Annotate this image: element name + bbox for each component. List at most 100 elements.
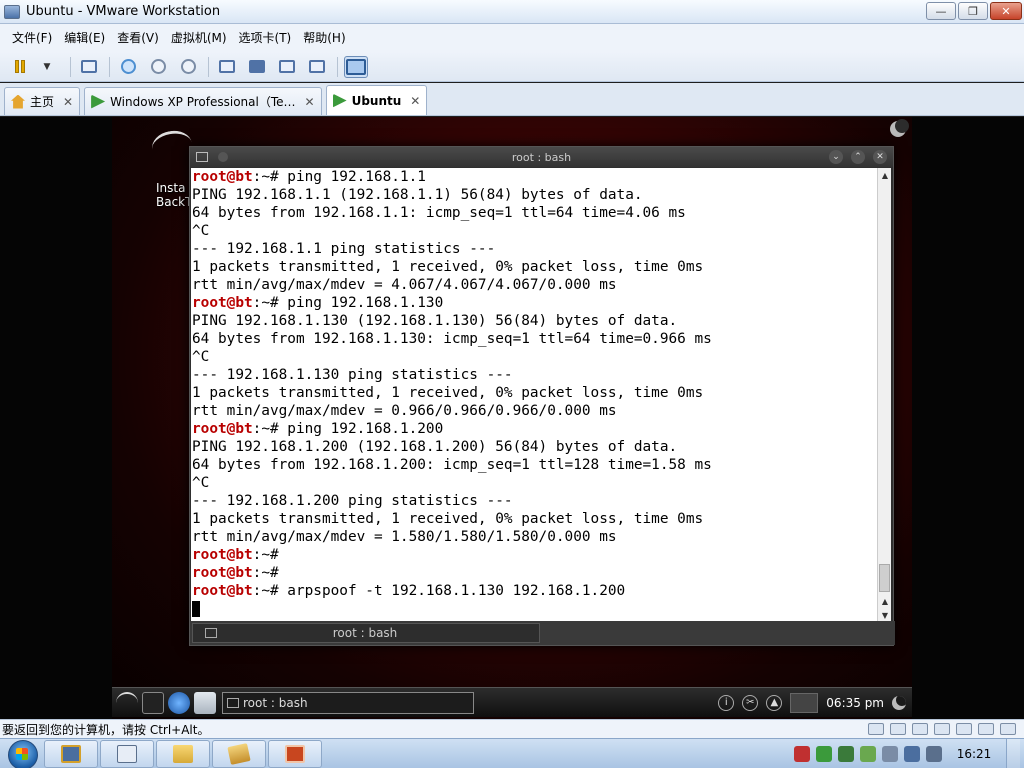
scroll-down-icon[interactable]: ▼ — [878, 608, 892, 622]
scroll-up-icon[interactable]: ▲ — [878, 168, 892, 182]
tab-windows-xp[interactable]: Windows XP Professional（Te… ✕ — [84, 87, 322, 115]
menu-vm[interactable]: 虚拟机(M) — [165, 24, 233, 52]
terminal-output-line: ^C — [192, 475, 210, 491]
menu-view[interactable]: 查看(V) — [111, 24, 165, 52]
tray-phone-icon[interactable] — [882, 745, 898, 762]
window-controls: — ❐ ✕ — [926, 2, 1022, 20]
unity-button[interactable] — [303, 55, 331, 79]
cd-rom-icon[interactable] — [890, 723, 906, 735]
terminal-icon[interactable] — [142, 691, 164, 714]
terminal-output-line: rtt min/avg/max/mdev = 4.067/4.067/4.067… — [192, 277, 617, 293]
command-text: :~# arpspoof -t 192.168.1.130 192.168.1.… — [252, 583, 626, 599]
terminal-scrollbar[interactable]: ▲ ▲ ▼ — [877, 168, 891, 622]
network-button[interactable] — [75, 55, 103, 79]
tab-close-icon[interactable]: ✕ — [410, 94, 420, 108]
word-icon — [117, 744, 137, 763]
terminal-titlebar[interactable]: root : bash ⌄ ⌃ ✕ — [190, 147, 893, 167]
dragon-icon[interactable] — [149, 127, 195, 165]
scroll-up-icon[interactable]: ▲ — [878, 594, 892, 608]
toolbar-separator — [208, 56, 209, 77]
menu-edit[interactable]: 编辑(E) — [58, 24, 111, 52]
tray-security-icon[interactable] — [860, 745, 876, 762]
start-button[interactable] — [4, 739, 42, 768]
terminal-icon — [227, 697, 239, 708]
quick-switch-button[interactable] — [243, 55, 271, 79]
power-dropdown[interactable]: ▼ — [36, 55, 64, 79]
minimize-button[interactable]: — — [926, 2, 956, 20]
menu-help[interactable]: 帮助(H) — [297, 24, 351, 52]
message-log-icon[interactable] — [1000, 723, 1016, 735]
tab-close-icon[interactable]: ✕ — [63, 95, 73, 109]
console-view-button[interactable] — [342, 55, 370, 79]
show-desktop-button[interactable] — [1006, 738, 1020, 768]
package-icon — [227, 742, 251, 765]
tab-ubuntu[interactable]: Ubuntu ✕ — [325, 85, 428, 115]
taskbar-word[interactable] — [100, 739, 154, 768]
tray-app-icon[interactable] — [794, 745, 810, 762]
terminal-output[interactable]: root@bt:~# ping 192.168.1.1 PING 192.168.… — [191, 168, 877, 622]
maximize-button[interactable]: ❐ — [958, 2, 988, 20]
terminal-output-line: 64 bytes from 192.168.1.130: icmp_seq=1 … — [192, 331, 712, 347]
tray-network-icon[interactable] — [816, 745, 832, 762]
volume-icon[interactable] — [926, 745, 942, 762]
fullscreen-icon — [279, 60, 295, 73]
taskbar-package[interactable] — [212, 739, 266, 768]
clipboard-icon[interactable] — [194, 691, 216, 714]
network-adapter-icon[interactable] — [912, 723, 928, 735]
sound-icon[interactable] — [956, 723, 972, 735]
suspend-button[interactable] — [6, 55, 34, 79]
dragon-icon[interactable] — [116, 691, 138, 714]
browser-icon[interactable] — [168, 691, 190, 714]
close-button[interactable]: ✕ — [990, 2, 1022, 20]
menu-tabs[interactable]: 选项卡(T) — [233, 24, 298, 52]
tab-home[interactable]: 主页 ✕ — [4, 87, 81, 115]
scissors-icon[interactable]: ✂ — [742, 694, 759, 711]
menu-file[interactable]: 文件(F) — [6, 24, 58, 52]
snapshot-manager-button[interactable] — [174, 55, 202, 79]
info-icon[interactable]: i — [718, 694, 735, 711]
tray-monitor-icon[interactable] — [904, 745, 920, 762]
snapshot-button[interactable] — [114, 55, 142, 79]
terminal-output-line: ^C — [192, 349, 210, 365]
show-library-button[interactable] — [213, 55, 241, 79]
full-screen-button[interactable] — [273, 55, 301, 79]
terminal-command-line: root@bt:~# ping 192.168.1.1 — [192, 168, 877, 186]
close-icon[interactable]: ✕ — [873, 150, 887, 164]
chevron-up-icon[interactable]: ⌃ — [851, 150, 865, 164]
taskbar-vmware[interactable] — [44, 739, 98, 768]
prompt-user: root@bt — [192, 169, 253, 185]
shield-icon[interactable] — [838, 745, 854, 762]
display-icon[interactable] — [978, 723, 994, 735]
tab-label: 主页 — [30, 95, 55, 109]
terminal-output-line: --- 192.168.1.200 ping statistics --- — [192, 493, 513, 509]
hard-disk-icon[interactable] — [868, 723, 884, 735]
tab-close-icon[interactable]: ✕ — [305, 95, 315, 109]
guest-clock[interactable]: 06:35 pm — [826, 696, 884, 710]
toolbar: ▼ — [0, 52, 1024, 82]
host-clock[interactable]: 16:21 — [948, 747, 1000, 761]
scrollbar-thumb[interactable] — [879, 564, 890, 592]
eject-icon[interactable]: ▲ — [766, 694, 783, 711]
taskbar-app[interactable] — [268, 739, 322, 768]
chevron-down-icon: ▼ — [43, 61, 51, 72]
tab-label: Windows XP Professional（Te… — [110, 95, 296, 109]
revert-snapshot-button[interactable] — [144, 55, 172, 79]
guest-task-label: root : bash — [243, 695, 308, 710]
revert-icon — [150, 59, 166, 74]
terminal-command-line: root@bt:~# arpspoof -t 192.168.1.130 192… — [192, 582, 877, 600]
vmware-app-icon[interactable] — [4, 4, 20, 19]
taskbar-explorer[interactable] — [156, 739, 210, 768]
library-icon — [219, 60, 235, 73]
usb-icon[interactable] — [934, 723, 950, 735]
moon-icon[interactable] — [892, 695, 906, 710]
host-taskbar: 16:21 — [0, 738, 1024, 768]
terminal-command-line: root@bt:~# ping 192.168.1.200 — [192, 420, 877, 438]
terminal-window[interactable]: root : bash ⌄ ⌃ ✕ root@bt:~# ping 192.16… — [189, 146, 895, 646]
moon-icon[interactable] — [890, 119, 909, 137]
command-text: :~# — [252, 547, 279, 563]
workspace-pager[interactable] — [790, 692, 819, 713]
guest-taskbar: root : bash i ✂ ▲ 06:35 pm — [112, 687, 912, 717]
guest-task-button[interactable]: root : bash — [222, 691, 474, 714]
terminal-tab[interactable]: root : bash — [192, 623, 540, 643]
chevron-down-icon[interactable]: ⌄ — [829, 150, 843, 164]
